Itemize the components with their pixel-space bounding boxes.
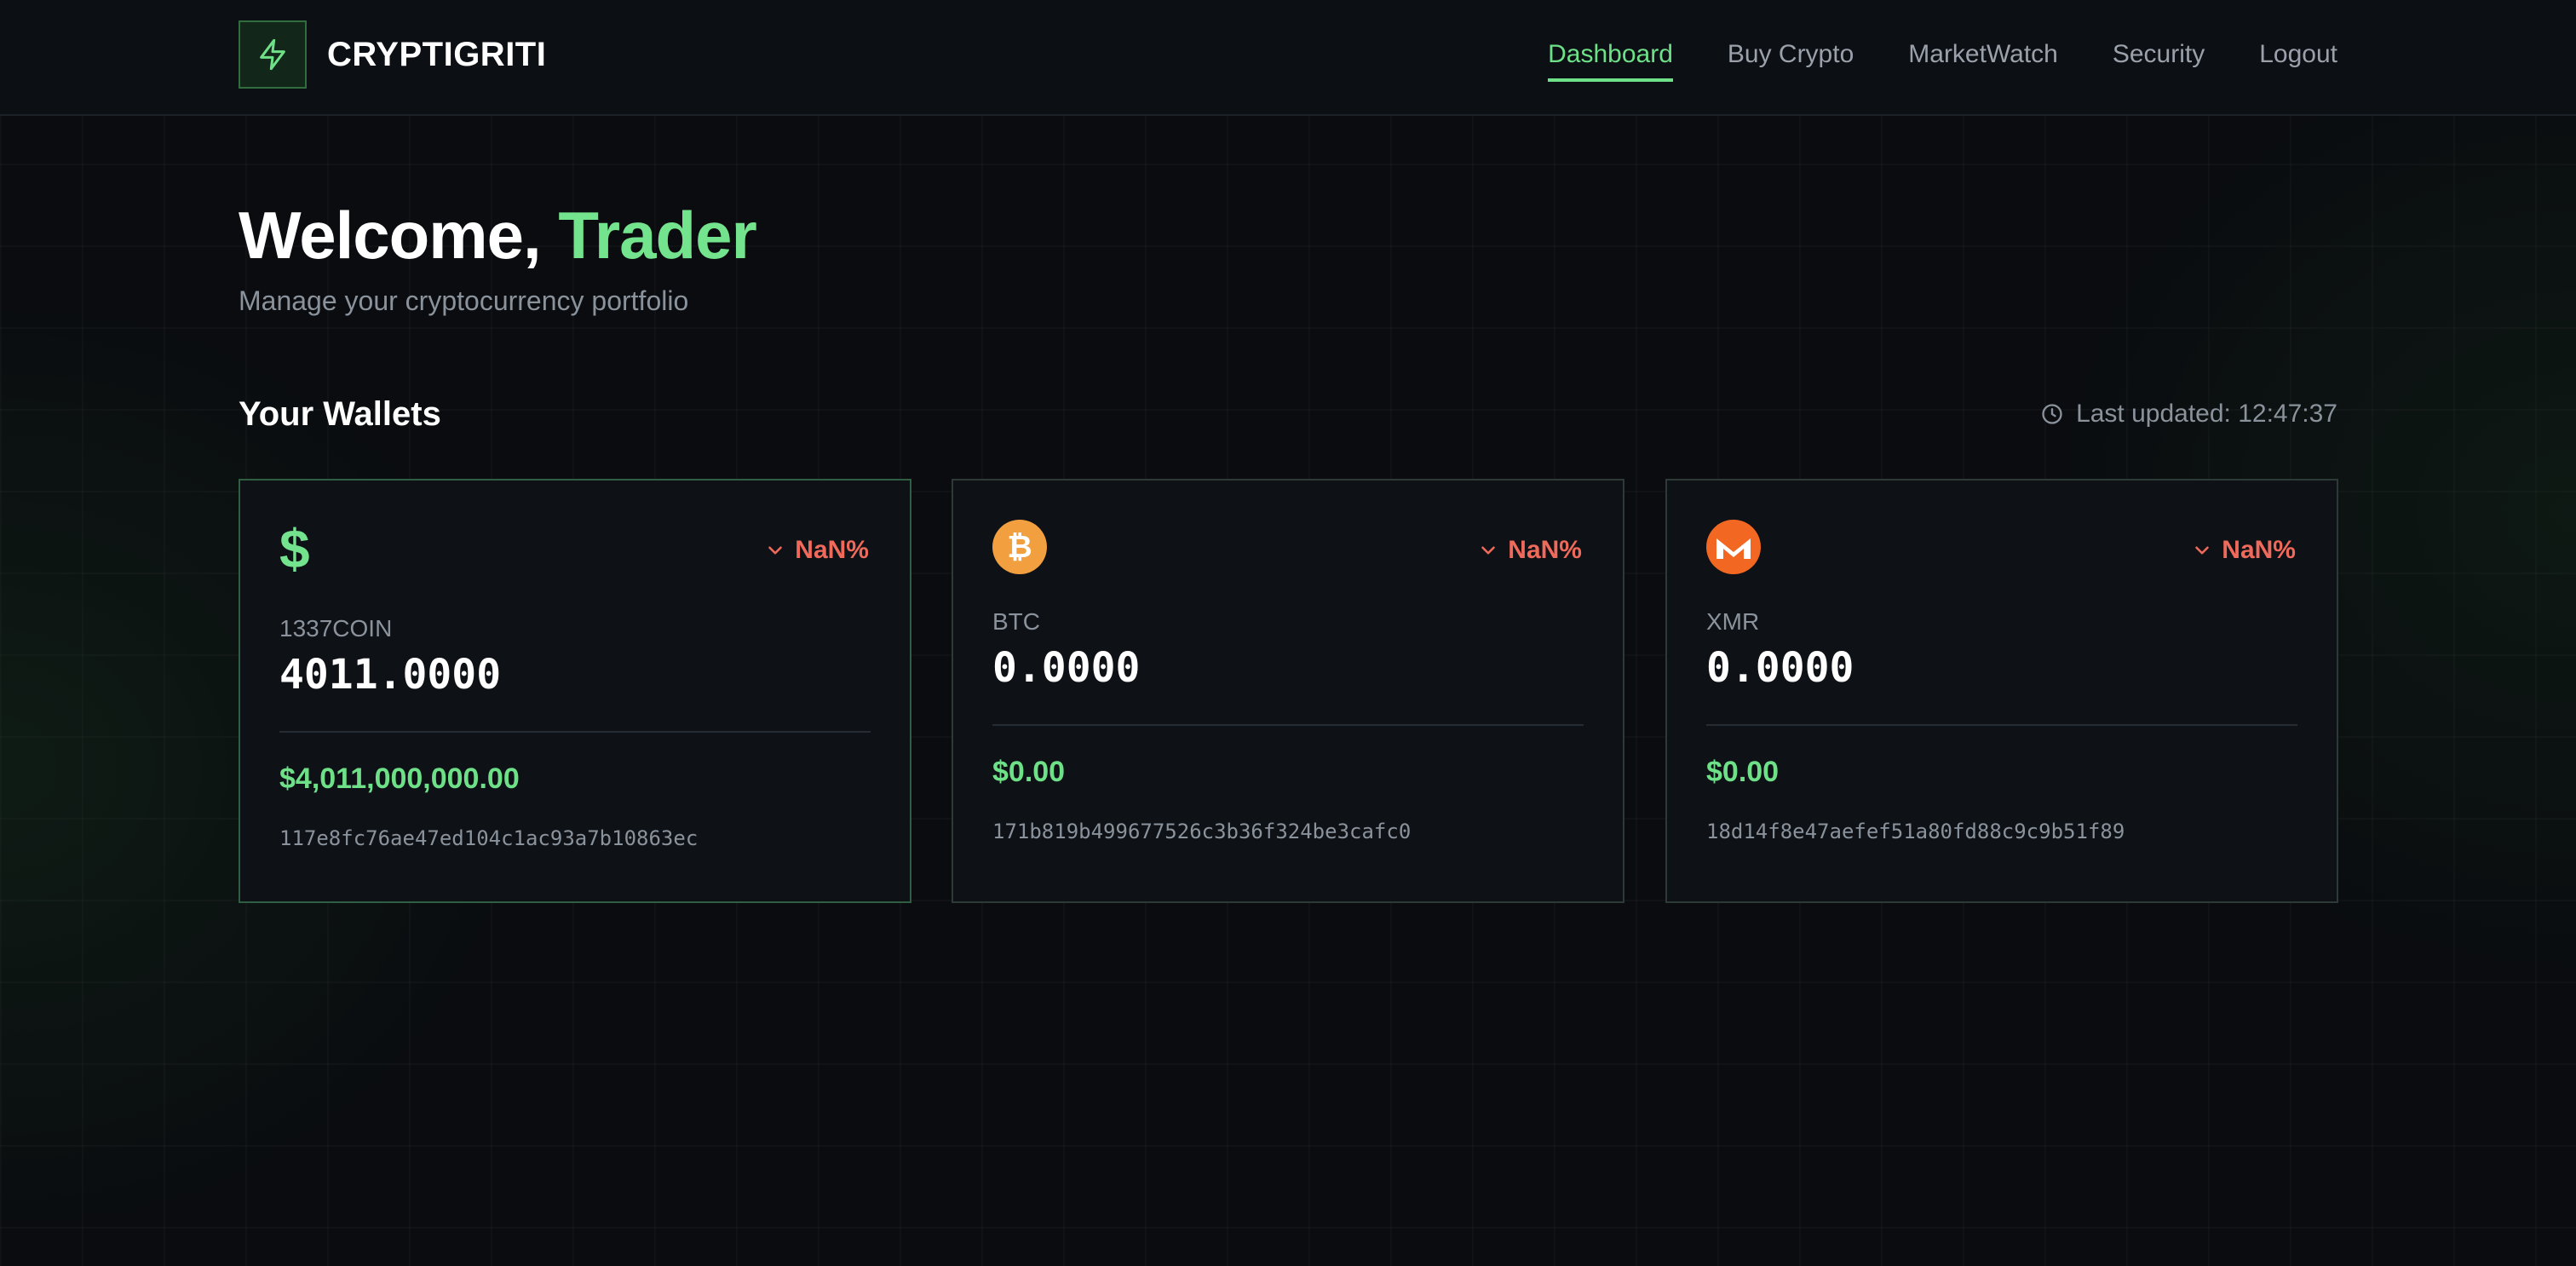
coin-balance: 0.0000 [992, 644, 1141, 692]
coin-usd-value: $0.00 [1706, 756, 1780, 788]
clock-icon [2042, 404, 2062, 424]
coin-usd-value: $0.00 [992, 756, 1066, 788]
coin-usd-value: $4,011,000,000.00 [279, 762, 520, 795]
coin-name: BTC [992, 608, 1040, 635]
main-nav: Dashboard Buy Crypto MarketWatch Securit… [1548, 37, 2337, 82]
welcome-greeting: Welcome, [239, 198, 559, 273]
wallets-section-title: Your Wallets [239, 395, 441, 433]
wallet-address[interactable]: 18d14f8e47aefef51a80fd88c9c9b51f89 [1706, 818, 2125, 845]
nav-logout[interactable]: Logout [2259, 37, 2337, 82]
wallet-card-1337coin[interactable]: $ NaN% 1337COIN 4011.0000 $4,011,000,000… [239, 479, 911, 903]
wallet-address[interactable]: 171b819b499677526c3b36f324be3cafc0 [992, 818, 1411, 845]
bitcoin-symbol: ₿ [1007, 530, 1032, 565]
nav-buy-crypto[interactable]: Buy Crypto [1728, 37, 1854, 82]
change-badge: NaN% [764, 533, 869, 567]
nav-security[interactable]: Security [2113, 37, 2205, 82]
dollar-icon: $ [279, 518, 310, 579]
wallet-address[interactable]: 117e8fc76ae47ed104c1ac93a7b10863ec [279, 825, 698, 852]
coin-name: XMR [1706, 608, 1760, 635]
divider [992, 724, 1584, 726]
logo[interactable] [239, 20, 307, 89]
change-value: NaN% [2222, 536, 2296, 564]
change-value: NaN% [1508, 536, 1582, 564]
page-subtitle: Manage your cryptocurrency portfolio [239, 285, 689, 316]
divider [279, 731, 871, 733]
nav-dashboard[interactable]: Dashboard [1548, 37, 1673, 82]
last-updated: Last updated: 12:47:37 [2040, 397, 2337, 431]
change-badge: NaN% [1477, 533, 1582, 567]
coin-name: 1337COIN [279, 615, 393, 642]
nav-marketwatch[interactable]: MarketWatch [1908, 37, 2058, 82]
wallet-card-btc[interactable]: ₿ NaN% BTC 0.0000 $0.00 171b819b49967752… [952, 479, 1624, 903]
brand-name: CRYPTIGRITI [327, 36, 547, 73]
monero-icon [1706, 520, 1761, 574]
chevron-down-icon [2195, 546, 2210, 555]
coin-balance: 4011.0000 [279, 651, 502, 699]
page-title: Welcome, Trader [239, 194, 757, 276]
coin-balance: 0.0000 [1706, 644, 1854, 692]
chevron-down-icon [1481, 546, 1496, 555]
divider [1706, 724, 2297, 726]
change-badge: NaN% [2191, 533, 2296, 567]
bitcoin-icon: ₿ [992, 520, 1047, 574]
chevron-down-icon [768, 546, 783, 555]
welcome-user-name: Trader [558, 198, 756, 273]
lightning-bolt-icon [260, 38, 285, 71]
top-navbar: CRYPTIGRITI Dashboard Buy Crypto MarketW… [0, 0, 2576, 116]
last-updated-text: Last updated: 12:47:37 [2076, 400, 2337, 428]
change-value: NaN% [795, 536, 869, 564]
wallet-card-xmr[interactable]: NaN% XMR 0.0000 $0.00 18d14f8e47aefef51a… [1665, 479, 2338, 903]
